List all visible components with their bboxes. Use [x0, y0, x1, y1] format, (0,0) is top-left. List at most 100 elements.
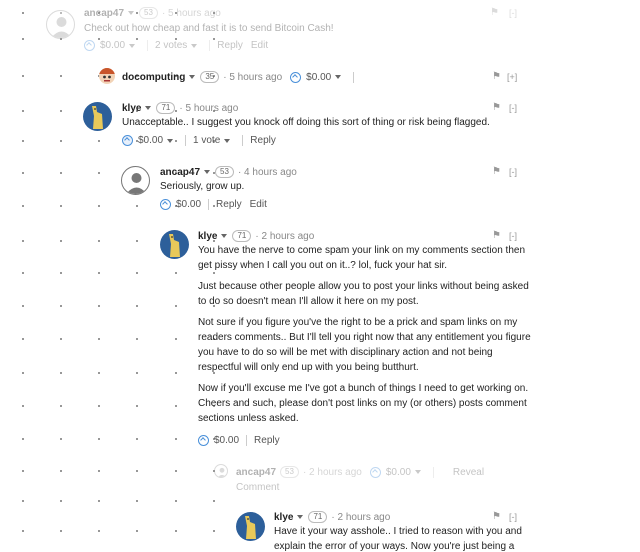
- author-name[interactable]: klye: [122, 103, 141, 114]
- chevron-down-icon[interactable]: [335, 75, 342, 79]
- author-name[interactable]: ancap47: [84, 8, 124, 19]
- upvote-icon[interactable]: [198, 435, 209, 446]
- thread-guide-dot: [60, 172, 62, 174]
- upvote-icon[interactable]: [122, 135, 133, 146]
- thread-guide-dot: [98, 272, 100, 274]
- chevron-down-icon[interactable]: [297, 515, 304, 519]
- chevron-down-icon[interactable]: [189, 75, 196, 79]
- reveal-button[interactable]: Reveal: [453, 467, 484, 478]
- author-name[interactable]: docomputing: [122, 72, 185, 83]
- paragraph: You have the nerve to come spam your lin…: [198, 245, 526, 271]
- payout-amount[interactable]: $0.00: [214, 435, 239, 446]
- payout-amount[interactable]: $0.00: [100, 40, 125, 51]
- thread-guide-dot: [136, 240, 138, 242]
- flag-icon[interactable]: ⚑: [490, 7, 499, 18]
- flag-icon[interactable]: ⚑: [492, 230, 501, 241]
- reply-button[interactable]: Reply: [254, 435, 280, 446]
- reply-button[interactable]: Reply: [216, 199, 242, 210]
- flag-icon[interactable]: ⚑: [492, 166, 501, 177]
- comment-link[interactable]: Comment: [236, 482, 279, 493]
- thread-guide-dot: [136, 338, 138, 340]
- divider: [246, 435, 248, 446]
- thread-guide-dot: [22, 140, 24, 142]
- avatar: [83, 102, 112, 131]
- edit-button[interactable]: Edit: [250, 199, 267, 210]
- thread-guide-dot: [98, 172, 100, 174]
- chevron-down-icon[interactable]: [128, 11, 135, 15]
- payout-amount[interactable]: $0.00: [386, 467, 411, 478]
- timestamp[interactable]: · 5 hours ago: [162, 8, 221, 19]
- thread-guide-dot: [22, 240, 24, 242]
- chevron-down-icon[interactable]: [129, 43, 136, 48]
- author-name[interactable]: ancap47: [236, 467, 276, 478]
- flag-icon[interactable]: ⚑: [492, 511, 501, 522]
- thread-guide-dot: [60, 438, 62, 440]
- chevron-down-icon[interactable]: [167, 138, 174, 143]
- thread-guide-dot: [22, 305, 24, 307]
- chevron-down-icon[interactable]: [145, 106, 152, 110]
- thread-guide-dot: [175, 438, 177, 440]
- edit-button[interactable]: Edit: [251, 40, 268, 51]
- reputation-badge: 53: [215, 166, 234, 178]
- thread-guide-dot: [175, 372, 177, 374]
- reply-button[interactable]: Reply: [250, 135, 276, 146]
- thread-guide-dot: [175, 530, 177, 532]
- vote-count[interactable]: 2 votes: [155, 40, 187, 51]
- expand-toggle[interactable]: [+]: [507, 72, 517, 82]
- thread-guide-dot: [98, 205, 100, 207]
- reply-button[interactable]: Reply: [217, 40, 243, 51]
- user-silhouette-icon: [51, 17, 72, 38]
- author-name[interactable]: ancap47: [160, 167, 200, 178]
- thread-guide-dot: [98, 240, 100, 242]
- timestamp[interactable]: · 5 hours ago: [223, 72, 282, 83]
- thread-guide-dot: [22, 372, 24, 374]
- thread-guide-dot: [136, 272, 138, 274]
- upvote-icon[interactable]: [369, 466, 381, 478]
- reputation-badge: 71: [156, 102, 176, 114]
- thread-guide-dot: [175, 272, 177, 274]
- thread-guide-dot: [136, 530, 138, 532]
- author-name[interactable]: klye: [198, 231, 217, 242]
- divider: [209, 40, 211, 51]
- chevron-down-icon[interactable]: [221, 234, 228, 238]
- timestamp[interactable]: · 2 hours ago: [331, 512, 390, 523]
- collapse-toggle[interactable]: [-]: [509, 512, 517, 522]
- chevron-down-icon[interactable]: [414, 470, 421, 474]
- comment-body: Have it your way asshole.. I tried to re…: [274, 526, 522, 552]
- timestamp[interactable]: · 5 hours ago: [179, 103, 238, 114]
- collapse-toggle[interactable]: [-]: [509, 103, 517, 113]
- upvote-icon[interactable]: [160, 199, 171, 210]
- thread-guide-dot: [60, 205, 62, 207]
- chevron-down-icon[interactable]: [191, 43, 198, 48]
- thread-guide-dot: [213, 530, 215, 532]
- flag-icon[interactable]: ⚑: [492, 102, 501, 113]
- vote-count[interactable]: 1 vote: [193, 135, 220, 146]
- collapse-toggle[interactable]: [-]: [509, 231, 517, 241]
- thread-guide-dot: [22, 438, 24, 440]
- thread-guide-dot: [60, 372, 62, 374]
- divider: [242, 135, 244, 146]
- author-name[interactable]: klye: [274, 512, 293, 523]
- chevron-down-icon[interactable]: [204, 170, 211, 174]
- chevron-down-icon[interactable]: [224, 138, 231, 143]
- flag-icon[interactable]: ⚑: [492, 71, 501, 82]
- payout-amount[interactable]: $0.00: [176, 199, 201, 210]
- thread-guide-dot: [98, 140, 100, 142]
- divider: [432, 466, 434, 478]
- thread-guide-dot: [22, 500, 24, 502]
- upvote-icon[interactable]: [84, 40, 95, 51]
- payout-amount[interactable]: $0.00: [138, 135, 163, 146]
- divider: [147, 40, 149, 51]
- payout-amount[interactable]: $0.00: [306, 72, 331, 83]
- thread-guide-dot: [136, 205, 138, 207]
- upvote-icon[interactable]: [290, 71, 302, 83]
- thread-guide-dot: [60, 500, 62, 502]
- collapse-toggle[interactable]: [-]: [509, 8, 517, 18]
- timestamp[interactable]: · 2 hours ago: [255, 231, 314, 242]
- collapse-toggle[interactable]: [-]: [509, 167, 517, 177]
- thread-guide-dot: [22, 110, 24, 112]
- thread-guide-dot: [22, 470, 24, 472]
- timestamp[interactable]: · 4 hours ago: [238, 167, 297, 178]
- timestamp[interactable]: · 2 hours ago: [303, 467, 362, 478]
- thread-guide-dot: [136, 470, 138, 472]
